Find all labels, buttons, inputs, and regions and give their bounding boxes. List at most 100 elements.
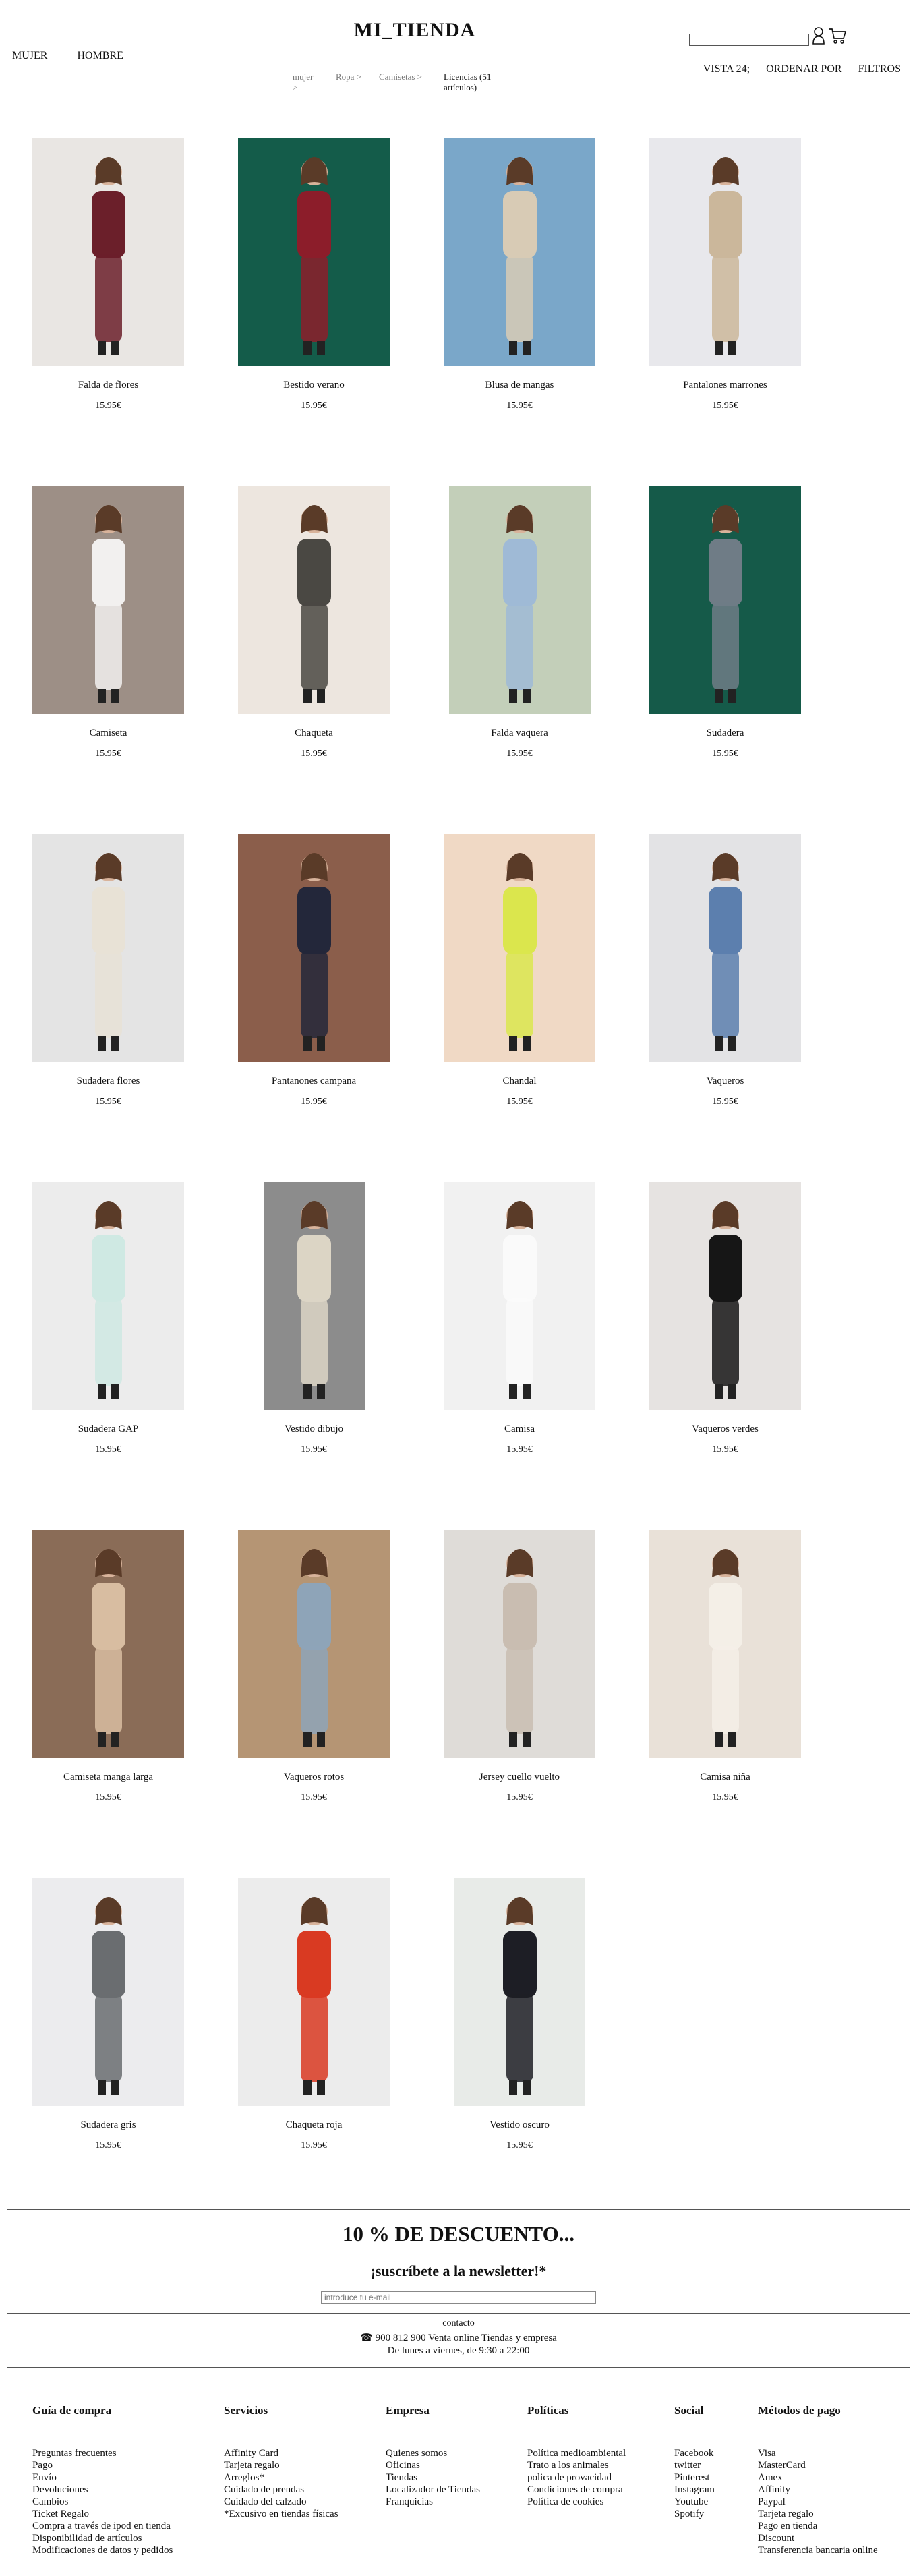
product-card[interactable]: Sudadera flores 15.95€ <box>32 834 184 1107</box>
product-image[interactable] <box>649 486 801 714</box>
nav-women[interactable]: MUJER <box>12 50 47 61</box>
footer-link[interactable]: Transferencia bancaria online <box>758 2544 878 2556</box>
product-name[interactable]: Camisa niña <box>649 1772 801 1783</box>
product-card[interactable]: Chaqueta 15.95€ <box>238 486 390 759</box>
footer-link[interactable]: Facebook <box>674 2447 715 2459</box>
product-name[interactable]: Sudadera <box>649 728 801 739</box>
footer-link[interactable]: Pago en tienda <box>758 2520 878 2532</box>
footer-link[interactable]: Ticket Regalo <box>32 2508 173 2520</box>
product-card[interactable]: Vestido dibujo 15.95€ <box>238 1182 390 1455</box>
footer-link[interactable]: Discount <box>758 2532 878 2544</box>
product-card[interactable]: Chaqueta roja 15.95€ <box>238 1878 390 2151</box>
footer-link[interactable]: Tarjeta regalo <box>758 2508 878 2520</box>
footer-link[interactable]: MasterCard <box>758 2459 878 2471</box>
newsletter-email-input[interactable] <box>321 2291 596 2304</box>
view-toggle[interactable]: VISTA 24; <box>703 63 750 76</box>
footer-link[interactable]: twitter <box>674 2459 715 2471</box>
product-card[interactable]: Jersey cuello vuelto 15.95€ <box>444 1530 595 1803</box>
product-name[interactable]: Vaqueros <box>649 1076 801 1087</box>
product-image[interactable] <box>649 1530 801 1758</box>
footer-link[interactable]: Cuidado del calzado <box>224 2496 338 2508</box>
product-image[interactable] <box>238 1530 390 1758</box>
footer-link[interactable]: Tarjeta regalo <box>224 2459 338 2471</box>
product-card[interactable]: Vaqueros rotos 15.95€ <box>238 1530 390 1803</box>
footer-link[interactable]: Modificaciones de datos y pedidos <box>32 2544 173 2556</box>
product-image[interactable] <box>444 1530 595 1758</box>
product-image[interactable] <box>238 1878 390 2106</box>
footer-link[interactable]: Pinterest <box>674 2471 715 2484</box>
product-name[interactable]: Chaqueta roja <box>238 2119 390 2131</box>
product-image[interactable] <box>448 486 591 714</box>
footer-link[interactable]: Compra a través de ipod en tienda <box>32 2520 173 2532</box>
product-card[interactable]: Camisa 15.95€ <box>444 1182 595 1455</box>
footer-link[interactable]: Paypal <box>758 2496 878 2508</box>
product-image[interactable] <box>32 1878 184 2106</box>
footer-link[interactable]: Spotify <box>674 2508 715 2520</box>
footer-link[interactable]: Amex <box>758 2471 878 2484</box>
product-name[interactable]: Camisa <box>444 1424 595 1435</box>
product-card[interactable]: Bestido verano 15.95€ <box>238 138 390 411</box>
product-card[interactable]: Vestido oscuro 15.95€ <box>444 1878 595 2151</box>
footer-link[interactable]: Política de cookies <box>527 2496 626 2508</box>
footer-link[interactable]: Localizador de Tiendas <box>386 2484 480 2496</box>
product-card[interactable]: Camisa niña 15.95€ <box>649 1530 801 1803</box>
contact-phone[interactable]: 900 812 900 Venta online Tiendas y empre… <box>376 2333 557 2343</box>
footer-link[interactable]: Cuidado de prendas <box>224 2484 338 2496</box>
sort-button[interactable]: ORDENAR POR <box>766 63 841 76</box>
product-image[interactable] <box>454 1878 585 2106</box>
product-image[interactable] <box>32 834 184 1062</box>
filters-button[interactable]: FILTROS <box>858 63 901 76</box>
footer-link[interactable]: Franquicias <box>386 2496 480 2508</box>
footer-link[interactable]: Envío <box>32 2471 173 2484</box>
footer-link[interactable]: polica de provacidad <box>527 2471 626 2484</box>
product-image[interactable] <box>263 1182 365 1410</box>
product-card[interactable]: Falda de flores 15.95€ <box>32 138 184 411</box>
breadcrumb-item[interactable]: Camisetas > <box>379 71 427 93</box>
product-name[interactable]: Falda de flores <box>32 380 184 391</box>
cart-icon[interactable] <box>828 27 847 48</box>
footer-link[interactable]: Política medioambiental <box>527 2447 626 2459</box>
footer-link[interactable]: Quienes somos <box>386 2447 480 2459</box>
product-name[interactable]: Camiseta manga larga <box>32 1772 184 1783</box>
product-card[interactable]: Chandal 15.95€ <box>444 834 595 1107</box>
footer-link[interactable]: Instagram <box>674 2484 715 2496</box>
footer-link[interactable]: Affinity <box>758 2484 878 2496</box>
footer-link[interactable]: Pago <box>32 2459 173 2471</box>
footer-link[interactable]: Cambios <box>32 2496 173 2508</box>
breadcrumb-item[interactable]: mujer > <box>293 71 320 93</box>
product-name[interactable]: Vestido dibujo <box>238 1424 390 1435</box>
product-card[interactable]: Camiseta manga larga 15.95€ <box>32 1530 184 1803</box>
breadcrumb-item[interactable]: Ropa > <box>336 71 363 93</box>
product-name[interactable]: Pantalones marrones <box>649 380 801 391</box>
product-name[interactable]: Sudadera GAP <box>32 1424 184 1435</box>
product-name[interactable]: Sudadera flores <box>32 1076 184 1087</box>
product-name[interactable]: Blusa de mangas <box>444 380 595 391</box>
footer-link[interactable]: Arreglos* <box>224 2471 338 2484</box>
product-name[interactable]: Falda vaquera <box>444 728 595 739</box>
footer-link[interactable]: Oficinas <box>386 2459 480 2471</box>
product-image[interactable] <box>32 1182 184 1410</box>
product-image[interactable] <box>32 1530 184 1758</box>
nav-men[interactable]: HOMBRE <box>77 50 123 61</box>
footer-link[interactable]: *Excusivo en tiendas físicas <box>224 2508 338 2520</box>
product-image[interactable] <box>238 486 390 714</box>
product-card[interactable]: Vaqueros verdes 15.95€ <box>649 1182 801 1455</box>
footer-link[interactable]: Preguntas frecuentes <box>32 2447 173 2459</box>
product-image[interactable] <box>238 138 390 366</box>
product-image[interactable] <box>238 834 390 1062</box>
product-name[interactable]: Camiseta <box>32 728 184 739</box>
product-name[interactable]: Vestido oscuro <box>444 2119 595 2131</box>
product-card[interactable]: Falda vaquera 15.95€ <box>444 486 595 759</box>
footer-link[interactable]: Devoluciones <box>32 2484 173 2496</box>
product-image[interactable] <box>649 834 801 1062</box>
footer-link[interactable]: Trato a los animales <box>527 2459 626 2471</box>
user-icon[interactable] <box>812 27 825 48</box>
footer-link[interactable]: Tiendas <box>386 2471 480 2484</box>
product-image[interactable] <box>32 138 184 366</box>
product-card[interactable]: Pantalones marrones 15.95€ <box>649 138 801 411</box>
product-name[interactable]: Chandal <box>444 1076 595 1087</box>
product-name[interactable]: Chaqueta <box>238 728 390 739</box>
product-name[interactable]: Sudadera gris <box>32 2119 184 2131</box>
product-image[interactable] <box>444 1182 595 1410</box>
product-name[interactable]: Bestido verano <box>238 380 390 391</box>
